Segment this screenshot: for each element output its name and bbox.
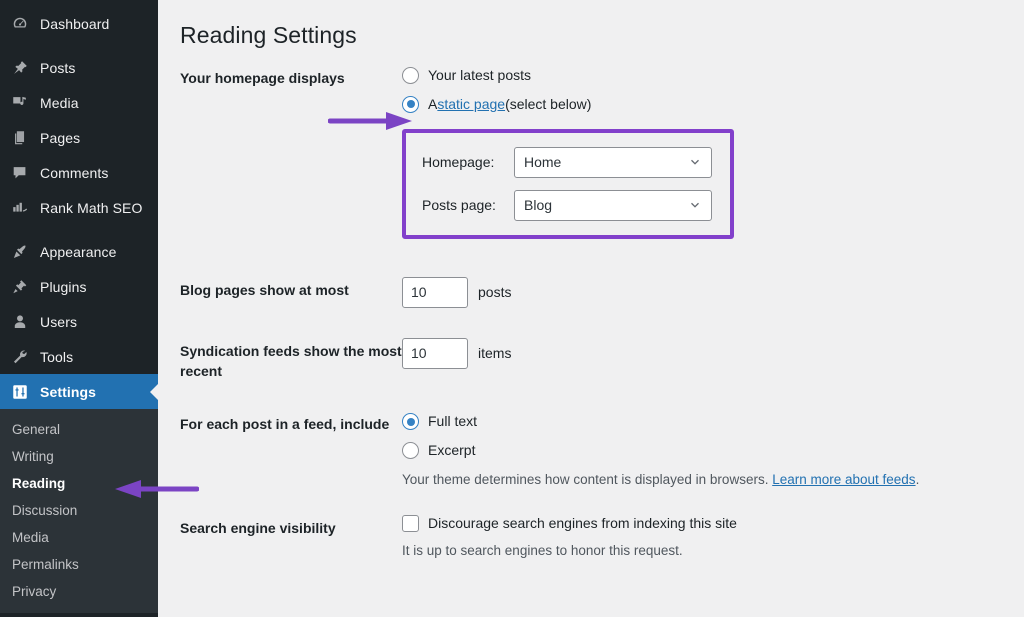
learn-more-about-feeds-link[interactable]: Learn more about feeds xyxy=(772,472,915,487)
plugins-icon xyxy=(9,277,31,297)
sidebar-divider xyxy=(0,41,158,50)
field-label: Syndication feeds show the most recent xyxy=(180,342,402,380)
sidebar-item-appearance[interactable]: Appearance xyxy=(0,234,158,269)
pages-icon xyxy=(9,128,31,148)
sidebar-submenu-general[interactable]: General xyxy=(0,416,158,443)
admin-sidebar: Dashboard Posts Media Pages Comments Ran… xyxy=(0,0,158,617)
field-homepage-displays: Your homepage displays Your latest posts… xyxy=(180,65,1024,239)
posts-page-select-row: Posts page: Blog xyxy=(422,189,712,221)
sidebar-submenu-permalinks[interactable]: Permalinks xyxy=(0,551,158,578)
settings-icon xyxy=(9,382,31,402)
discourage-search-engines-option[interactable]: Discourage search engines from indexing … xyxy=(402,514,1024,532)
sidebar-item-settings[interactable]: Settings xyxy=(0,374,158,409)
sidebar-submenu-media[interactable]: Media xyxy=(0,524,158,551)
excerpt-label: Excerpt xyxy=(428,442,476,459)
field-label: For each post in a feed, include xyxy=(180,416,390,433)
static-page-link[interactable]: static page xyxy=(437,94,505,115)
sidebar-submenu-writing[interactable]: Writing xyxy=(0,443,158,470)
sidebar-item-label: Appearance xyxy=(40,243,117,260)
field-syndication-feeds: Syndication feeds show the most recent 1… xyxy=(180,337,1024,382)
sidebar-item-label: Settings xyxy=(40,383,97,400)
search-visibility-help-text: It is up to search engines to honor this… xyxy=(402,542,683,558)
chevron-down-icon xyxy=(688,198,702,212)
latest-posts-radio[interactable] xyxy=(402,66,419,84)
full-text-option[interactable]: Full text xyxy=(402,411,1024,432)
sidebar-submenu-settings: General Writing Reading Discussion Media… xyxy=(0,409,158,613)
field-label: Your homepage displays xyxy=(180,69,345,86)
sidebar-item-label: Users xyxy=(40,313,78,330)
rank-math-icon xyxy=(9,198,31,218)
static-page-radio[interactable] xyxy=(402,95,419,113)
page-title: Reading Settings xyxy=(180,22,357,48)
posts-page-select-label: Posts page: xyxy=(422,197,496,214)
feed-help-text: Your theme determines how content is dis… xyxy=(402,470,1024,490)
discourage-search-engines-label: Discourage search engines from indexing … xyxy=(428,515,737,532)
homepage-select-value: Home xyxy=(524,154,562,171)
sidebar-item-label: Dashboard xyxy=(40,15,110,32)
pin-icon xyxy=(9,58,31,78)
sidebar-submenu-privacy[interactable]: Privacy xyxy=(0,578,158,605)
discourage-search-engines-checkbox[interactable] xyxy=(402,514,419,532)
syndication-input[interactable]: 10 xyxy=(402,337,468,369)
sidebar-item-plugins[interactable]: Plugins xyxy=(0,269,158,304)
comments-icon xyxy=(9,163,31,183)
sidebar-item-label: Comments xyxy=(40,164,109,181)
appearance-icon xyxy=(9,242,31,262)
homepage-select-row: Homepage: Home xyxy=(422,146,712,178)
media-icon xyxy=(9,93,31,113)
dashboard-icon xyxy=(9,14,31,34)
sidebar-item-rank-math-seo[interactable]: Rank Math SEO xyxy=(0,190,158,225)
sidebar-submenu-reading[interactable]: Reading xyxy=(0,470,158,497)
static-page-suffix: (select below) xyxy=(505,95,592,112)
sidebar-item-label: Media xyxy=(40,94,79,111)
sidebar-item-comments[interactable]: Comments xyxy=(0,155,158,190)
field-label: Blog pages show at most xyxy=(180,281,349,298)
sidebar-submenu-discussion[interactable]: Discussion xyxy=(0,497,158,524)
wordpress-admin-screen: Dashboard Posts Media Pages Comments Ran… xyxy=(0,0,1024,617)
feed-help-suffix: . xyxy=(915,472,920,488)
chevron-down-icon xyxy=(688,155,702,169)
excerpt-radio[interactable] xyxy=(402,442,419,460)
static-page-option[interactable]: A static page (select below) xyxy=(402,94,1024,115)
sidebar-divider xyxy=(0,225,158,234)
posts-page-select-value: Blog xyxy=(524,197,553,214)
latest-posts-label: Your latest posts xyxy=(428,66,531,83)
field-label: Search engine visibility xyxy=(180,519,336,536)
sidebar-item-media[interactable]: Media xyxy=(0,85,158,120)
syndication-suffix: items xyxy=(478,345,512,362)
sidebar-item-users[interactable]: Users xyxy=(0,304,158,339)
sidebar-item-label: Posts xyxy=(40,59,76,76)
sidebar-item-dashboard[interactable]: Dashboard xyxy=(0,6,158,41)
sidebar-item-label: Rank Math SEO xyxy=(40,199,143,216)
field-search-engine-visibility: Search engine visibility Discourage sear… xyxy=(180,514,1024,561)
full-text-label: Full text xyxy=(428,413,478,430)
field-blog-pages-show-at-most: Blog pages show at most 10 posts xyxy=(180,276,1024,308)
blog-pages-input[interactable]: 10 xyxy=(402,276,468,308)
sidebar-item-label: Plugins xyxy=(40,278,87,295)
homepage-select[interactable]: Home xyxy=(514,146,712,178)
sidebar-item-pages[interactable]: Pages xyxy=(0,120,158,155)
latest-posts-option[interactable]: Your latest posts xyxy=(402,65,1024,86)
static-page-prefix: A xyxy=(428,95,438,112)
sidebar-item-tools[interactable]: Tools xyxy=(0,339,158,374)
posts-page-select[interactable]: Blog xyxy=(514,189,712,221)
field-feed-include: For each post in a feed, include Full te… xyxy=(180,411,1024,490)
sidebar-item-label: Pages xyxy=(40,129,81,146)
feed-help-prefix: Your theme determines how content is dis… xyxy=(402,472,773,488)
homepage-select-label: Homepage: xyxy=(422,154,495,171)
sidebar-item-posts[interactable]: Posts xyxy=(0,50,158,85)
tools-icon xyxy=(9,347,31,367)
excerpt-option[interactable]: Excerpt xyxy=(402,440,1024,461)
sidebar-item-label: Tools xyxy=(40,348,74,365)
users-icon xyxy=(9,312,31,332)
reading-settings-content: Reading Settings Your homepage displays … xyxy=(158,0,1024,617)
blog-pages-suffix: posts xyxy=(478,284,512,301)
static-page-select-group-highlight: Homepage: Home Posts page: Blog xyxy=(402,128,734,239)
full-text-radio[interactable] xyxy=(402,413,419,431)
